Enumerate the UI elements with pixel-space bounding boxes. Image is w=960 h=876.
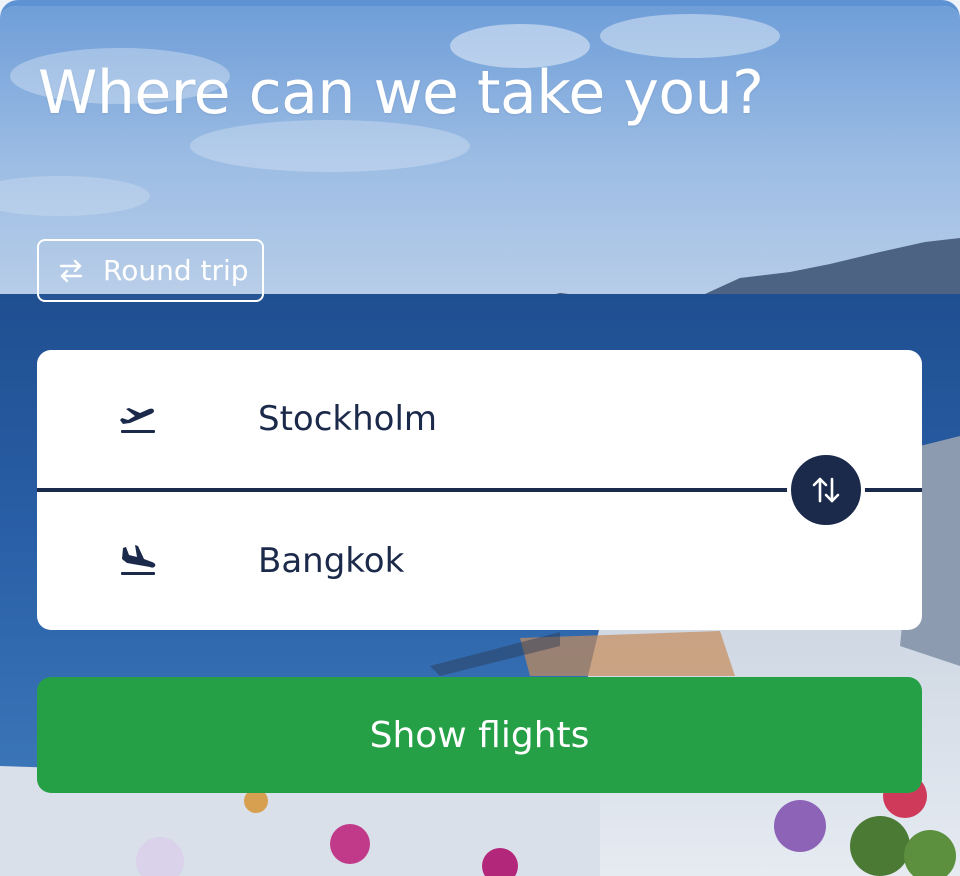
origin-value: Stockholm <box>258 399 438 439</box>
page-title: Where can we take you? <box>38 58 764 128</box>
swap-horizontal-icon <box>57 257 85 285</box>
route-selector-card: Stockholm Bangkok <box>37 350 922 630</box>
trip-type-label: Round trip <box>103 254 249 287</box>
show-flights-button[interactable]: Show flights <box>37 677 922 793</box>
hero-section: Where can we take you? Round trip Stockh… <box>0 0 960 876</box>
origin-field[interactable]: Stockholm <box>37 350 922 488</box>
trip-type-button[interactable]: Round trip <box>37 239 264 302</box>
destination-field[interactable]: Bangkok <box>37 492 922 630</box>
swap-vertical-icon <box>812 477 840 503</box>
plane-arrival-icon <box>117 541 157 581</box>
swap-route-button[interactable] <box>787 451 865 529</box>
plane-departure-icon <box>117 399 157 439</box>
destination-value: Bangkok <box>258 541 405 581</box>
